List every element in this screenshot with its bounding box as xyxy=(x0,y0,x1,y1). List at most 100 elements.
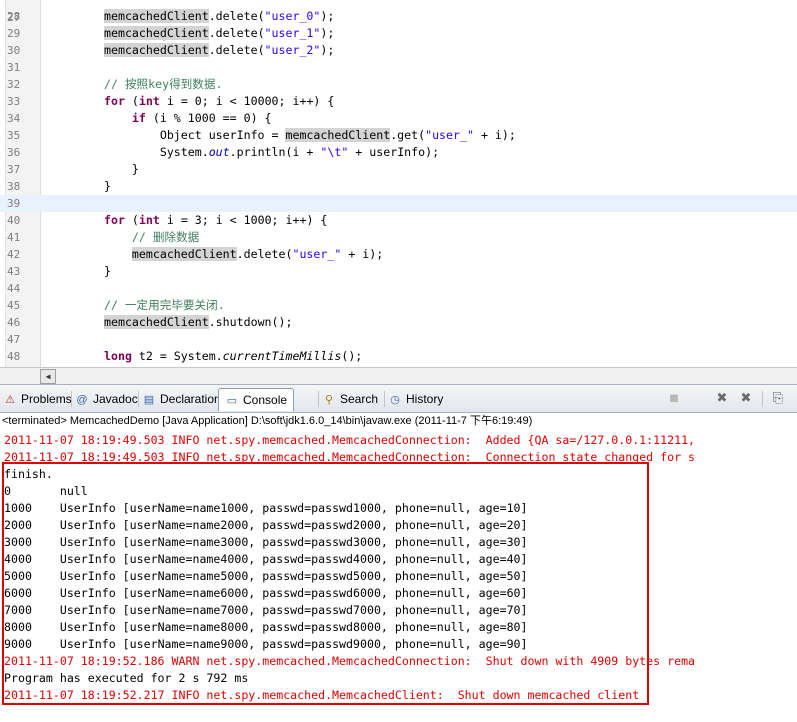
problems-icon: ⚠ xyxy=(5,393,15,406)
line-number: 33 xyxy=(7,95,21,108)
tab-label: Declaration xyxy=(160,392,221,406)
code-line: 32 // 按照key得到数据. xyxy=(0,76,797,93)
code-text: // 一定用完毕要关闭. xyxy=(104,298,225,312)
code-text: long t2 = System.currentTimeMillis(); xyxy=(104,349,363,363)
tab-divider xyxy=(138,391,139,407)
code-line: 39 xyxy=(0,195,797,212)
code-line: 45 // 一定用完毕要关闭. xyxy=(0,297,797,314)
code-line: 48 long t2 = System.currentTimeMillis(); xyxy=(0,348,797,365)
remove-launch-icon[interactable]: ✖ xyxy=(714,391,730,407)
line-number: 29 xyxy=(7,27,21,40)
code-text: if (i % 1000 == 0) { xyxy=(131,111,272,125)
tab-divider xyxy=(71,391,72,407)
line-number: 47 xyxy=(7,333,21,346)
line-number: 41 xyxy=(7,231,21,244)
code-text: memcachedClient.delete("user_" + i); xyxy=(131,247,384,261)
console-output[interactable]: 2011-11-07 18:19:49.503 INFO net.spy.mem… xyxy=(0,430,797,722)
console-output-line: 0 null xyxy=(4,484,88,498)
line-number: 34 xyxy=(7,112,21,125)
copy-icon[interactable]: ⎘ xyxy=(770,391,786,407)
search-icon: ⚲ xyxy=(324,393,334,406)
code-text: } xyxy=(104,264,111,278)
code-line: 34 if (i % 1000 == 0) { xyxy=(0,110,797,127)
code-text: // 按照key得到数据. xyxy=(104,77,223,91)
javadoc-icon: @ xyxy=(76,393,88,406)
console-log-line: 2011-11-07 18:19:49.503 INFO net.spy.mem… xyxy=(4,450,696,464)
tab-label: Console xyxy=(243,393,288,407)
code-line: 46 memcachedClient.shutdown(); xyxy=(0,314,797,331)
line-number: 35 xyxy=(7,129,21,142)
line-number: 31 xyxy=(7,61,21,74)
tab-console[interactable]: ▭ Console xyxy=(218,388,295,411)
code-line: 30 memcachedClient.delete("user_2"); xyxy=(0,42,797,59)
tab-history[interactable]: ◷ History xyxy=(388,388,443,410)
code-line: 35 Object userInfo = memcachedClient.get… xyxy=(0,127,797,144)
console-output-line: 1000 UserInfo [userName=name1000, passwd… xyxy=(4,501,528,515)
remove-all-terminated-icon[interactable]: ✖ xyxy=(738,391,754,407)
code-line: 28 memcachedClient.delete("user_0"); xyxy=(0,8,797,25)
code-text: memcachedClient.shutdown(); xyxy=(104,315,293,329)
line-number: 43 xyxy=(7,265,21,278)
line-number: 45 xyxy=(7,299,21,312)
console-output-line: 6000 UserInfo [userName=name6000, passwd… xyxy=(4,586,528,600)
tab-divider xyxy=(384,391,385,407)
code-text: } xyxy=(104,162,139,176)
line-number: 48 xyxy=(7,350,21,363)
console-log-line: 2011-11-07 18:19:49.503 INFO net.spy.mem… xyxy=(4,433,696,447)
line-number: 42 xyxy=(7,248,21,261)
code-line: 38} xyxy=(0,178,797,195)
line-number: 44 xyxy=(7,282,21,295)
code-line: 37 } xyxy=(0,161,797,178)
console-output-line: 2000 UserInfo [userName=name2000, passwd… xyxy=(4,518,528,532)
tab-label: History xyxy=(406,392,444,406)
console-output-line: finish. xyxy=(4,467,53,481)
console-icon: ▭ xyxy=(226,394,238,407)
console-output-line: 8000 UserInfo [userName=name8000, passwd… xyxy=(4,620,528,634)
console-output-line: 7000 UserInfo [userName=name7000, passwd… xyxy=(4,603,528,617)
console-process-label: <terminated> MemcachedDemo [Java Applica… xyxy=(2,415,533,427)
line-number: 36 xyxy=(7,146,21,159)
code-line: 42 memcachedClient.delete("user_" + i); xyxy=(0,246,797,263)
terminate-icon[interactable]: ■ xyxy=(666,391,682,407)
console-status-line: <terminated> MemcachedDemo [Java Applica… xyxy=(0,413,797,431)
code-text: memcachedClient.delete("user_1"); xyxy=(104,26,335,40)
declaration-icon: ▤ xyxy=(143,393,155,406)
code-text: for (int i = 0; i < 10000; i++) { xyxy=(104,94,335,108)
code-line: 40 for (int i = 3; i < 1000; i++) { xyxy=(0,212,797,229)
tab-problems[interactable]: ⚠ Problems xyxy=(3,388,72,410)
code-line: 29 memcachedClient.delete("user_1"); xyxy=(0,25,797,42)
code-line: 43} xyxy=(0,263,797,280)
console-output-line: 5000 UserInfo [userName=name5000, passwd… xyxy=(4,569,528,583)
tab-divider xyxy=(318,391,319,407)
code-line: 36 System.out.println(i + "\t" + userInf… xyxy=(0,144,797,161)
tab-search[interactable]: ⚲ Search xyxy=(322,388,378,410)
console-output-line: 3000 UserInfo [userName=name3000, passwd… xyxy=(4,535,528,549)
code-text: memcachedClient.delete("user_2"); xyxy=(104,43,335,57)
line-number: 37 xyxy=(7,163,21,176)
code-text: System.out.println(i + "\t" + userInfo); xyxy=(104,145,440,159)
tab-label: Javadoc xyxy=(93,392,138,406)
console-output-line: 4000 UserInfo [userName=name4000, passwd… xyxy=(4,552,528,566)
code-line: 41 // 删除数据 xyxy=(0,229,797,246)
line-number: 32 xyxy=(7,78,21,91)
scroll-left-icon[interactable]: ◀ xyxy=(40,369,56,384)
tab-label: Problems xyxy=(21,392,72,406)
tab-javadoc[interactable]: @ Javadoc xyxy=(75,388,138,410)
line-number: 46 xyxy=(7,316,21,329)
code-line: 31 xyxy=(0,59,797,76)
code-editor[interactable]: 27 // 删除key 28memcachedClient.delete("us… xyxy=(0,0,797,368)
code-text: memcachedClient.delete("user_0"); xyxy=(104,9,335,23)
toolbar-divider xyxy=(762,391,763,407)
line-number: 39 xyxy=(7,197,21,210)
console-output-line: 9000 UserInfo [userName=name9000, passwd… xyxy=(4,637,528,651)
code-line: 47 xyxy=(0,331,797,348)
console-log-line: 2011-11-07 18:19:52.186 WARN net.spy.mem… xyxy=(4,654,696,668)
line-number: 40 xyxy=(7,214,21,227)
horizontal-scrollbar[interactable]: ◀ xyxy=(0,367,797,384)
tab-declaration[interactable]: ▤ Declaration xyxy=(142,388,221,410)
line-number: 38 xyxy=(7,180,21,193)
line-number: 28 xyxy=(7,10,21,23)
code-line: 33 for (int i = 0; i < 10000; i++) { xyxy=(0,93,797,110)
code-text: // 删除数据 xyxy=(104,230,200,244)
tab-label: Search xyxy=(340,392,379,406)
